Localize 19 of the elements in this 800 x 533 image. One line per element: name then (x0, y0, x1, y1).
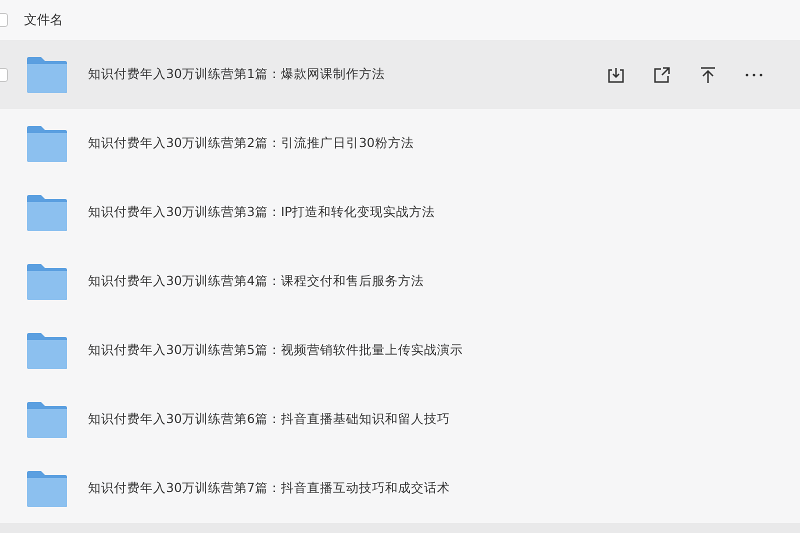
file-row[interactable]: 知识付费年入30万训练营第1篇：爆款网课制作方法 (0, 40, 800, 109)
file-name[interactable]: 知识付费年入30万训练营第1篇：爆款网课制作方法 (88, 66, 385, 83)
pin-to-top-icon[interactable] (698, 64, 718, 84)
folder-icon (26, 124, 68, 162)
column-header[interactable]: 文件名 (24, 11, 63, 29)
folder-icon (26, 400, 68, 438)
folder-icon (26, 332, 68, 370)
share-icon[interactable] (652, 64, 672, 84)
file-name[interactable]: 知识付费年入30万训练营第2篇：引流推广日引30粉方法 (88, 135, 414, 152)
file-name[interactable]: 知识付费年入30万训练营第5篇：视频营销软件批量上传实战演示 (88, 342, 463, 359)
folder-icon (26, 56, 68, 94)
folder-icon (26, 194, 68, 232)
folder-icon (26, 470, 68, 508)
file-name[interactable]: 知识付费年入30万训练营第7篇：抖音直播互动技巧和成交话术 (88, 480, 450, 497)
file-name[interactable]: 知识付费年入30万训练营第3篇：IP打造和转化变现实战方法 (88, 204, 436, 221)
more-icon[interactable] (744, 72, 764, 78)
file-name[interactable]: 知识付费年入30万训练营第4篇：课程交付和售后服务方法 (88, 273, 424, 290)
folder-icon (26, 262, 68, 300)
file-name[interactable]: 知识付费年入30万训练营第6篇：抖音直播基础知识和留人技巧 (88, 411, 450, 428)
